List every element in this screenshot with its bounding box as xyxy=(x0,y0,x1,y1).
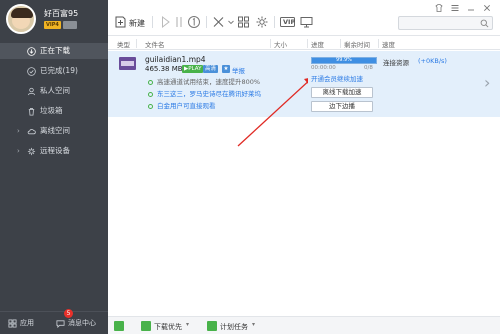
avatar[interactable] xyxy=(6,4,36,34)
member-badge[interactable] xyxy=(63,21,77,29)
toolbar: 新建 VIP xyxy=(108,0,500,36)
menu-icon[interactable] xyxy=(450,3,460,13)
download-progress-bar: 99.9% xyxy=(311,57,377,64)
sidebar-item-label: 正在下载 xyxy=(40,46,70,55)
start-icon[interactable] xyxy=(160,15,171,29)
sidebar-bottom-bar: 应用 消息中心 xyxy=(0,311,108,334)
search-icon[interactable] xyxy=(480,19,489,28)
chevron-down-icon[interactable]: ▾ xyxy=(252,321,255,328)
column-filename[interactable]: 文件名 xyxy=(145,39,165,49)
monitor-icon[interactable] xyxy=(300,15,313,29)
sidebar-item-remote-device[interactable]: › 远程设备 xyxy=(0,143,108,159)
skin-icon[interactable] xyxy=(434,3,444,13)
column-progress[interactable]: 进度 xyxy=(311,39,324,49)
progress-percent: 99.9% xyxy=(336,57,352,63)
user-profile: 好百富95 VIP4 xyxy=(0,0,108,36)
scheduled-task-button[interactable]: 计划任务 xyxy=(220,322,248,332)
vip-accelerate-link[interactable]: 开通会员继续加速 xyxy=(311,73,363,83)
chevron-down-icon[interactable] xyxy=(227,15,235,29)
chevron-right-icon[interactable]: › xyxy=(484,73,490,92)
sidebar-nav: 正在下载 已完成(19) 私人空间 垃圾箱 › 离线空间 › 远程设备 xyxy=(0,43,108,159)
cloud-icon xyxy=(27,129,36,135)
expand-caret-icon[interactable]: › xyxy=(17,143,20,159)
private-space-icon xyxy=(27,87,36,96)
limit-speed-icon[interactable] xyxy=(187,15,201,29)
sidebar-item-private-space[interactable]: 私人空间 xyxy=(0,83,108,99)
apps-button[interactable]: 应用 xyxy=(8,316,34,330)
notification-badge: 5 xyxy=(64,309,73,318)
annotation-arrow xyxy=(237,78,308,147)
collapse-sidebar-icon[interactable] xyxy=(114,321,124,331)
remaining-time: 00:00:00 xyxy=(311,65,336,71)
sidebar-item-trash[interactable]: 垃圾箱 xyxy=(0,103,108,119)
message-center-button[interactable]: 消息中心 xyxy=(56,316,96,330)
chevron-down-icon[interactable]: ▾ xyxy=(186,321,189,328)
task-status: 连接资源 xyxy=(383,59,409,67)
sidebar-item-completed[interactable]: 已完成(19) xyxy=(0,63,108,79)
vip-level-badge[interactable]: VIP4 xyxy=(44,21,61,29)
username[interactable]: 好百富95 xyxy=(44,8,78,19)
download-priority-button[interactable]: 下载优先 xyxy=(154,322,182,332)
trash-icon xyxy=(28,108,35,116)
column-size[interactable]: 大小 xyxy=(274,39,287,49)
sidebar-item-label: 已完成(19) xyxy=(40,66,78,75)
check-circle-icon xyxy=(27,67,36,76)
column-type[interactable]: 类型 xyxy=(117,39,130,49)
sidebar-item-label: 离线空间 xyxy=(40,126,70,135)
sidebar-item-label: 垃圾箱 xyxy=(40,106,63,115)
sidebar-item-label: 私人空间 xyxy=(40,86,70,95)
message-center-label: 消息中心 xyxy=(68,319,96,327)
sidebar-item-offline-space[interactable]: › 离线空间 xyxy=(0,123,108,139)
column-header: 类型 文件名 大小 进度 剩余时间 速度 xyxy=(108,37,500,50)
pause-icon[interactable] xyxy=(174,15,184,29)
new-task-icon[interactable] xyxy=(114,15,127,29)
new-task-button[interactable]: 新建 xyxy=(129,18,145,29)
settings-gear-icon[interactable] xyxy=(255,15,269,29)
sidebar: 好百富95 VIP4 正在下载 已完成(19) 私人空间 垃圾箱 › 离线空间 … xyxy=(0,0,108,334)
grid-view-icon[interactable] xyxy=(237,15,250,29)
close-icon[interactable] xyxy=(482,3,492,13)
download-icon xyxy=(27,47,36,56)
status-bar: 下载优先 ▾ 计划任务 ▾ xyxy=(108,316,500,334)
connection-count: 0/8 xyxy=(364,65,373,71)
delete-icon[interactable] xyxy=(212,15,225,29)
sidebar-item-downloading[interactable]: 正在下载 xyxy=(0,43,108,59)
message-icon xyxy=(56,319,65,328)
apps-icon xyxy=(8,318,17,328)
sidebar-item-label: 远程设备 xyxy=(40,146,70,155)
schedule-icon xyxy=(207,321,217,331)
column-remaining-time[interactable]: 剩余时间 xyxy=(344,39,370,49)
minimize-icon[interactable] xyxy=(466,3,476,13)
offline-accelerate-button[interactable]: 离线下载加速 xyxy=(311,87,373,98)
search-input[interactable] xyxy=(398,16,493,30)
apps-label: 应用 xyxy=(20,319,34,327)
vip-button[interactable]: VIP xyxy=(283,18,295,26)
expand-caret-icon[interactable]: › xyxy=(17,123,20,139)
priority-icon xyxy=(141,321,151,331)
column-speed[interactable]: 速度 xyxy=(382,39,395,49)
task-speed: (+0KB/s) xyxy=(418,57,447,65)
remote-device-icon xyxy=(27,147,36,156)
play-while-downloading-button[interactable]: 边下边播 xyxy=(311,101,373,112)
